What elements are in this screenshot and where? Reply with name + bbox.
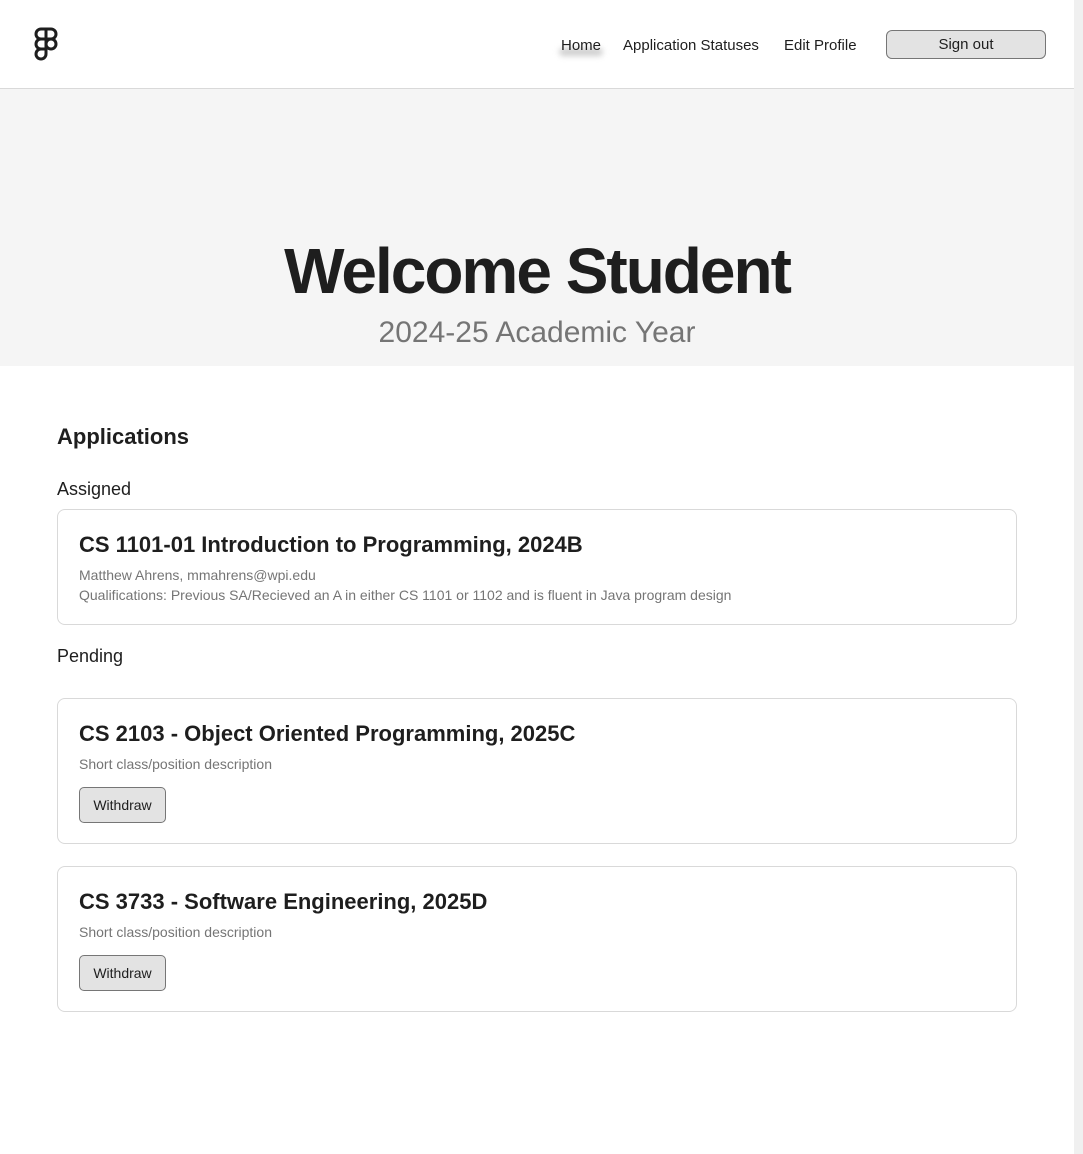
vertical-scrollbar[interactable] bbox=[1074, 0, 1083, 1154]
pending-application-card: CS 3733 - Software Engineering, 2025D Sh… bbox=[57, 866, 1017, 1012]
applications-heading: Applications bbox=[57, 424, 190, 449]
nav-link-edit-profile[interactable]: Edit Profile bbox=[784, 37, 857, 54]
application-title: CS 2103 - Object Oriented Programming, 2… bbox=[79, 721, 576, 746]
academic-year-subtitle: 2024-25 Academic Year bbox=[378, 316, 696, 349]
page-title: Welcome Student bbox=[284, 235, 792, 307]
pending-application-card: CS 2103 - Object Oriented Programming, 2… bbox=[57, 698, 1017, 844]
application-description: Short class/position description bbox=[79, 924, 272, 940]
application-qualifications: Qualifications: Previous SA/Recieved an … bbox=[79, 587, 732, 603]
assigned-application-card: CS 1101-01 Introduction to Programming, … bbox=[57, 509, 1017, 625]
page: Home Application Statuses Edit Profile S… bbox=[0, 0, 1083, 1154]
assigned-label: Assigned bbox=[57, 479, 132, 499]
application-title: CS 3733 - Software Engineering, 2025D bbox=[79, 889, 488, 914]
application-contact: Matthew Ahrens, mmahrens@wpi.edu bbox=[79, 567, 316, 583]
withdraw-button[interactable]: Withdraw bbox=[79, 955, 166, 991]
main-nav: Home Application Statuses Edit Profile S… bbox=[0, 30, 1074, 60]
application-title: CS 1101-01 Introduction to Programming, … bbox=[79, 532, 583, 557]
hero-banner: Welcome Student 2024-25 Academic Year bbox=[0, 89, 1074, 366]
pending-label: Pending bbox=[57, 646, 124, 666]
sign-out-button[interactable]: Sign out bbox=[886, 30, 1046, 59]
nav-link-home[interactable]: Home bbox=[561, 37, 601, 54]
withdraw-button[interactable]: Withdraw bbox=[79, 787, 166, 823]
application-description: Short class/position description bbox=[79, 756, 272, 772]
top-navigation-bar: Home Application Statuses Edit Profile S… bbox=[0, 0, 1074, 89]
nav-link-application-statuses[interactable]: Application Statuses bbox=[623, 37, 759, 54]
